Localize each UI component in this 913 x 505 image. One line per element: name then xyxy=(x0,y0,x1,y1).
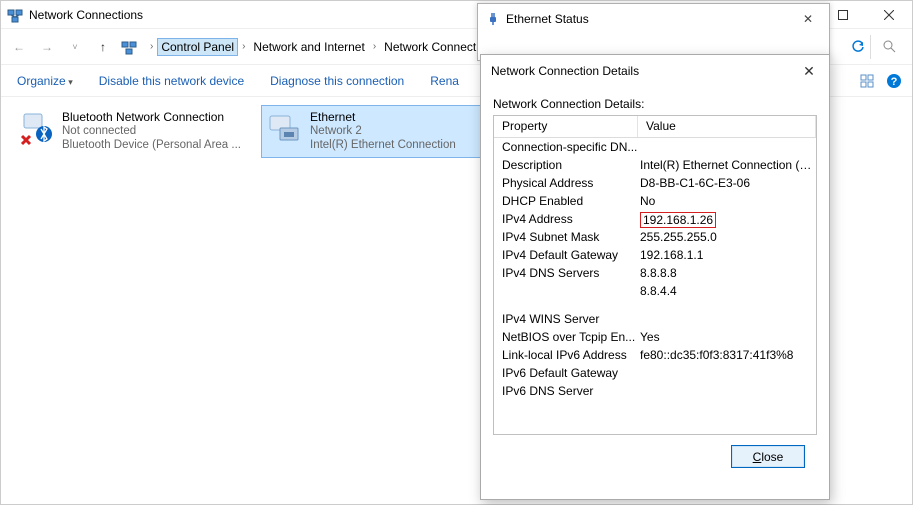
column-property[interactable]: Property xyxy=(494,116,638,137)
up-button[interactable]: ↑ xyxy=(89,33,117,61)
detail-row: Connection-specific DN... xyxy=(494,140,816,158)
connection-text: Ethernet Network 2 Intel(R) Ethernet Con… xyxy=(310,110,456,153)
connection-text: Bluetooth Network Connection Not connect… xyxy=(62,110,241,153)
svg-text:?: ? xyxy=(891,76,898,88)
disable-device-button[interactable]: Disable this network device xyxy=(91,70,252,92)
connection-details-dialog: Network Connection Details ✕ Network Con… xyxy=(480,54,830,500)
close-button[interactable]: Close xyxy=(731,445,805,468)
column-value[interactable]: Value xyxy=(638,116,816,137)
rename-button[interactable]: Rena xyxy=(422,70,467,92)
connection-status: Network 2 xyxy=(310,124,456,138)
forward-button[interactable]: → xyxy=(33,33,61,61)
detail-row: IPv6 Default Gateway xyxy=(494,366,816,384)
detail-row: IPv4 WINS Server xyxy=(494,312,816,330)
connection-device: Bluetooth Device (Personal Area ... xyxy=(62,138,241,152)
close-button[interactable] xyxy=(866,1,912,29)
detail-row: NetBIOS over Tcpip En...Yes xyxy=(494,330,816,348)
ipv4-address-highlight: 192.168.1.26 xyxy=(640,212,716,228)
search-box[interactable] xyxy=(870,35,908,59)
close-button[interactable]: ✕ xyxy=(799,63,819,80)
bluetooth-disabled-icon xyxy=(18,110,54,146)
breadcrumb-item[interactable]: Network Connecti xyxy=(380,38,483,56)
detail-row: IPv4 Default Gateway192.168.1.1 xyxy=(494,248,816,266)
connection-item-bluetooth[interactable]: Bluetooth Network Connection Not connect… xyxy=(13,105,253,158)
connection-item-ethernet[interactable]: Ethernet Network 2 Intel(R) Ethernet Con… xyxy=(261,105,501,158)
breadcrumb-item[interactable]: Control Panel xyxy=(157,38,238,56)
detail-row: DHCP EnabledNo xyxy=(494,194,816,212)
detail-row: IPv4 DNS Servers8.8.8.8 xyxy=(494,266,816,284)
ethernet-plug-icon xyxy=(486,12,500,26)
chevron-right-icon: › xyxy=(238,41,249,52)
detail-row-spacer xyxy=(494,302,816,312)
ethernet-status-dialog: Ethernet Status ✕ xyxy=(477,3,830,61)
organize-menu[interactable]: Organize xyxy=(9,70,81,92)
connection-name: Ethernet xyxy=(310,110,456,124)
view-options-button[interactable] xyxy=(858,71,878,91)
chevron-right-icon: › xyxy=(369,41,380,52)
ethernet-icon xyxy=(266,110,302,146)
connection-device: Intel(R) Ethernet Connection xyxy=(310,138,456,152)
help-button[interactable]: ? xyxy=(884,71,904,91)
network-connections-app-icon xyxy=(7,7,23,23)
details-label: Network Connection Details: xyxy=(493,97,817,111)
chevron-right-icon: › xyxy=(146,41,157,52)
detail-row: IPv4 Address192.168.1.26 xyxy=(494,212,816,230)
dialog-title: Network Connection Details xyxy=(491,64,799,78)
recent-locations-button[interactable]: ˅ xyxy=(61,33,89,61)
diagnose-button[interactable]: Diagnose this connection xyxy=(262,70,412,92)
back-button[interactable]: ← xyxy=(5,33,33,61)
close-button[interactable]: ✕ xyxy=(795,12,821,26)
breadcrumb-item[interactable]: Network and Internet xyxy=(249,38,368,56)
details-listbox[interactable]: Property Value Connection-specific DN...… xyxy=(493,115,817,435)
detail-row: IPv4 Subnet Mask255.255.255.0 xyxy=(494,230,816,248)
detail-row: DescriptionIntel(R) Ethernet Connection … xyxy=(494,158,816,176)
detail-row: IPv6 DNS Server xyxy=(494,384,816,402)
list-header: Property Value xyxy=(494,116,816,138)
refresh-button[interactable] xyxy=(846,40,870,54)
detail-row: Link-local IPv6 Addressfe80::dc35:f0f3:8… xyxy=(494,348,816,366)
detail-row: Physical AddressD8-BB-C1-6C-E3-06 xyxy=(494,176,816,194)
address-bar-icon xyxy=(121,39,137,55)
dialog-title: Ethernet Status xyxy=(506,12,795,26)
detail-row: 8.8.4.4 xyxy=(494,284,816,302)
connection-status: Not connected xyxy=(62,124,241,138)
connection-name: Bluetooth Network Connection xyxy=(62,110,241,124)
